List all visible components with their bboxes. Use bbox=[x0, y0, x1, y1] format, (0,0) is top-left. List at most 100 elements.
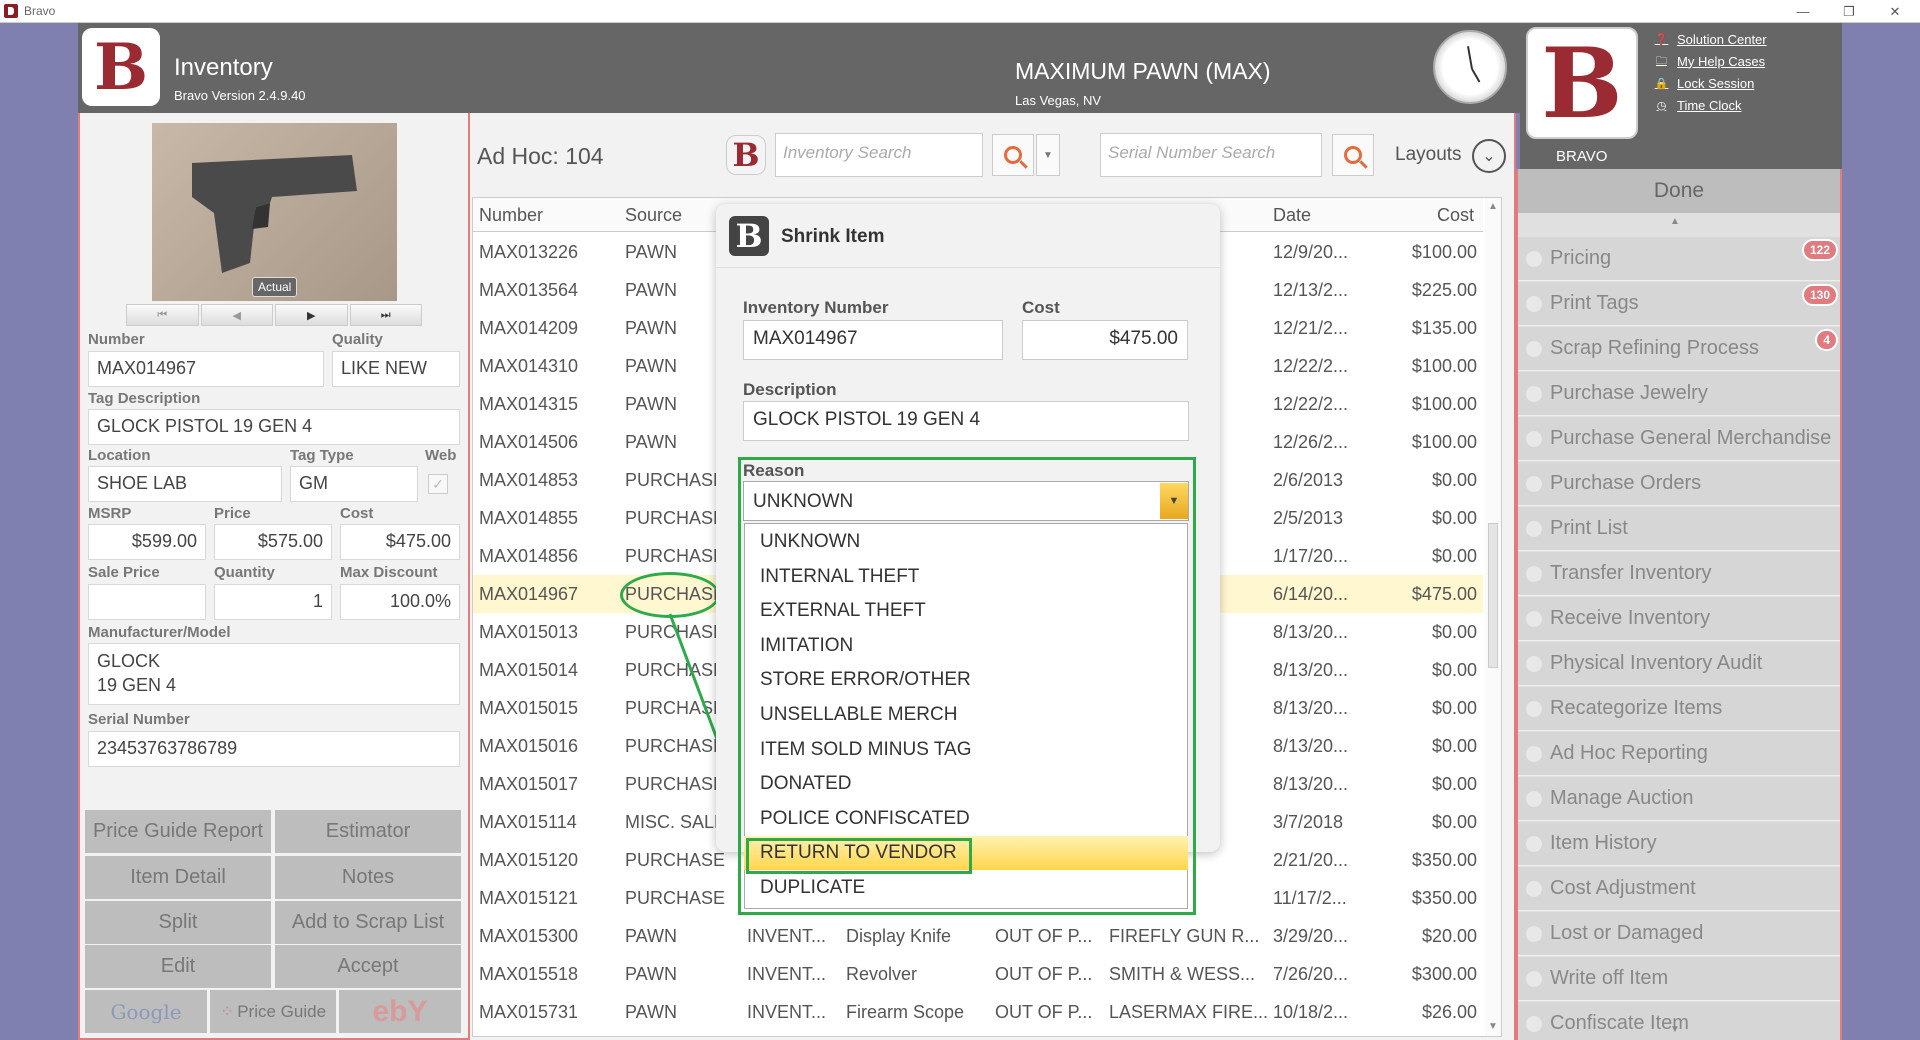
close-window-button[interactable]: ✕ bbox=[1872, 0, 1918, 23]
menu-item-recategorize-items[interactable]: Recategorize Items bbox=[1518, 687, 1840, 731]
menu-item-item-history[interactable]: Item History bbox=[1518, 822, 1840, 866]
table-row[interactable]: MAX015731 PAWN INVENT... Firearm Scope OUT O… bbox=[473, 993, 1483, 1031]
reason-option[interactable]: DONATED bbox=[744, 767, 1188, 801]
google-button[interactable]: Google bbox=[85, 990, 207, 1033]
table-row[interactable]: MAX015518 PAWN INVENT... Revolver OUT OF P..… bbox=[473, 955, 1483, 993]
menu-item-lost-or-damaged[interactable]: Lost or Damaged bbox=[1518, 912, 1840, 956]
column-number[interactable]: Number bbox=[479, 205, 543, 226]
accept-button[interactable]: Accept bbox=[275, 945, 461, 988]
menu-scroll-down-icon[interactable]: ▼ bbox=[1670, 1024, 1680, 1035]
item-detail-button[interactable]: Item Detail bbox=[85, 856, 271, 899]
version-label: Bravo Version 2.4.9.40 bbox=[174, 88, 306, 103]
menu-item-ad-hoc-reporting[interactable]: Ad Hoc Reporting bbox=[1518, 732, 1840, 776]
web-checkbox[interactable]: ✓ bbox=[428, 474, 448, 494]
first-photo-button[interactable]: ⏮ bbox=[126, 304, 199, 326]
column-date[interactable]: Date bbox=[1273, 205, 1311, 226]
menu-item-print-tags[interactable]: Print Tags bbox=[1518, 282, 1840, 326]
cell-number: MAX014310 bbox=[479, 356, 579, 376]
prev-photo-button[interactable]: ◀ bbox=[200, 304, 273, 326]
split-button[interactable]: Split bbox=[85, 901, 271, 944]
max-discount-field[interactable]: 100.0% bbox=[340, 584, 460, 620]
sale-price-field[interactable] bbox=[88, 584, 206, 620]
menu-scroll-up-icon[interactable]: ▲ bbox=[1670, 216, 1680, 227]
menu-item-print-list[interactable]: Print List bbox=[1518, 507, 1840, 551]
msrp-field[interactable]: $599.00 bbox=[88, 524, 206, 560]
lock-session-link[interactable]: 🔒 Lock Session bbox=[1654, 72, 1767, 94]
solution-center-link[interactable]: ❓ Solution Center bbox=[1654, 28, 1767, 50]
price-field[interactable]: $575.00 bbox=[214, 524, 332, 560]
inventory-number-label: Inventory Number bbox=[743, 298, 889, 317]
menu-item-purchase-jewelry[interactable]: Purchase Jewelry bbox=[1518, 372, 1840, 416]
next-photo-button[interactable]: ▶ bbox=[275, 304, 348, 326]
scrollbar-thumb[interactable] bbox=[1488, 523, 1498, 668]
quality-field[interactable]: LIKE NEW bbox=[332, 351, 460, 387]
inventory-search-input[interactable]: Inventory Search bbox=[775, 133, 983, 177]
reason-option[interactable]: UNSELLABLE MERCH bbox=[744, 698, 1188, 732]
inventory-number-field[interactable]: MAX014967 bbox=[743, 320, 1003, 360]
reason-option[interactable]: IMITATION bbox=[744, 629, 1188, 663]
menu-item-scrap-refining-process[interactable]: Scrap Refining Process bbox=[1518, 327, 1840, 371]
clock-icon[interactable] bbox=[1433, 30, 1507, 104]
reason-select[interactable]: UNKNOWN bbox=[743, 481, 1189, 521]
reason-option[interactable]: POLICE CONFISCATED bbox=[744, 802, 1188, 836]
menu-item-physical-inventory-audit[interactable]: Physical Inventory Audit bbox=[1518, 642, 1840, 686]
dialog-cost-field[interactable]: $475.00 bbox=[1022, 320, 1188, 360]
item-photo[interactable]: Actual bbox=[152, 123, 397, 301]
menu-item-label: Print Tags bbox=[1550, 292, 1639, 314]
minimize-button[interactable]: — bbox=[1780, 0, 1826, 23]
manufacturer-field[interactable]: GLOCK 19 GEN 4 bbox=[88, 643, 460, 705]
reason-option[interactable]: UNKNOWN bbox=[744, 525, 1188, 559]
reason-option[interactable]: ITEM SOLD MINUS TAG bbox=[744, 733, 1188, 767]
serial-search-input[interactable]: Serial Number Search bbox=[1100, 133, 1322, 177]
menu-item-pricing[interactable]: Pricing bbox=[1518, 237, 1840, 281]
location-field[interactable]: SHOE LAB bbox=[88, 466, 282, 502]
menu-bullet-icon bbox=[1526, 925, 1542, 942]
time-clock-link[interactable]: ◷ Time Clock bbox=[1654, 94, 1767, 116]
tag-description-field[interactable]: GLOCK PISTOL 19 GEN 4 bbox=[88, 409, 460, 445]
tag-type-field[interactable]: GM bbox=[290, 466, 418, 502]
cost-field[interactable]: $475.00 bbox=[340, 524, 460, 560]
my-help-cases-link[interactable]: 🗀 My Help Cases bbox=[1654, 50, 1767, 72]
bravo-logo-large: B bbox=[1526, 27, 1638, 140]
menu-item-manage-auction[interactable]: Manage Auction bbox=[1518, 777, 1840, 821]
column-source[interactable]: Source bbox=[625, 205, 682, 226]
number-field[interactable]: MAX014967 bbox=[88, 351, 324, 387]
reason-dropdown-chevron-icon[interactable]: ▼ bbox=[1160, 483, 1188, 519]
search-options-dropdown[interactable]: ▼ bbox=[1036, 134, 1060, 176]
reason-option[interactable]: EXTERNAL THEFT bbox=[744, 594, 1188, 628]
serial-number-field[interactable]: 23453763786789 bbox=[88, 731, 460, 767]
cell-number: MAX015014 bbox=[479, 660, 579, 680]
scroll-down-icon[interactable]: ▼ bbox=[1488, 1021, 1498, 1032]
menu-item-cost-adjustment[interactable]: Cost Adjustment bbox=[1518, 867, 1840, 911]
table-scrollbar[interactable]: ▲ ▼ bbox=[1485, 198, 1501, 1036]
quantity-field[interactable]: 1 bbox=[214, 584, 332, 620]
maximize-button[interactable]: ❐ bbox=[1826, 0, 1872, 23]
menu-item-purchase-general-merchandise[interactable]: Purchase General Merchandise bbox=[1518, 417, 1840, 461]
menu-item-purchase-orders[interactable]: Purchase Orders bbox=[1518, 462, 1840, 506]
menu-item-write-off-item[interactable]: Write off Item bbox=[1518, 957, 1840, 1001]
table-row[interactable]: MAX015300 PAWN INVENT... Display Knife OUT O… bbox=[473, 917, 1483, 955]
column-cost[interactable]: Cost bbox=[1437, 205, 1474, 226]
cell-cost: $0.00 bbox=[1431, 622, 1477, 642]
menu-item-transfer-inventory[interactable]: Transfer Inventory bbox=[1518, 552, 1840, 596]
estimator-button[interactable]: Estimator bbox=[275, 810, 461, 853]
reason-option[interactable]: STORE ERROR/OTHER bbox=[744, 663, 1188, 697]
inventory-search-button[interactable] bbox=[992, 134, 1034, 176]
last-photo-button[interactable]: ⏭ bbox=[349, 304, 422, 326]
description-field[interactable]: GLOCK PISTOL 19 GEN 4 bbox=[743, 401, 1189, 441]
ebay-button[interactable]: ebY bbox=[339, 990, 461, 1033]
price-guide-button[interactable]: ⁘ Price Guide bbox=[210, 990, 336, 1033]
scroll-up-icon[interactable]: ▲ bbox=[1488, 201, 1498, 212]
reason-option[interactable]: DUPLICATE bbox=[744, 871, 1188, 905]
price-guide-report-button[interactable]: Price Guide Report bbox=[85, 810, 271, 853]
menu-item-receive-inventory[interactable]: Receive Inventory bbox=[1518, 597, 1840, 641]
edit-button[interactable]: Edit bbox=[85, 945, 271, 988]
serial-search-button[interactable] bbox=[1332, 134, 1374, 176]
done-button[interactable]: Done bbox=[1518, 169, 1840, 213]
add-to-scrap-list-button[interactable]: Add to Scrap List bbox=[275, 901, 461, 944]
reason-option[interactable]: INTERNAL THEFT bbox=[744, 560, 1188, 594]
notes-button[interactable]: Notes bbox=[275, 856, 461, 899]
layouts-chevron-down-icon[interactable]: ⌄ bbox=[1472, 139, 1506, 173]
reason-option[interactable]: RETURN TO VENDOR bbox=[744, 836, 1188, 871]
bravo-small-logo[interactable]: B bbox=[726, 135, 766, 175]
